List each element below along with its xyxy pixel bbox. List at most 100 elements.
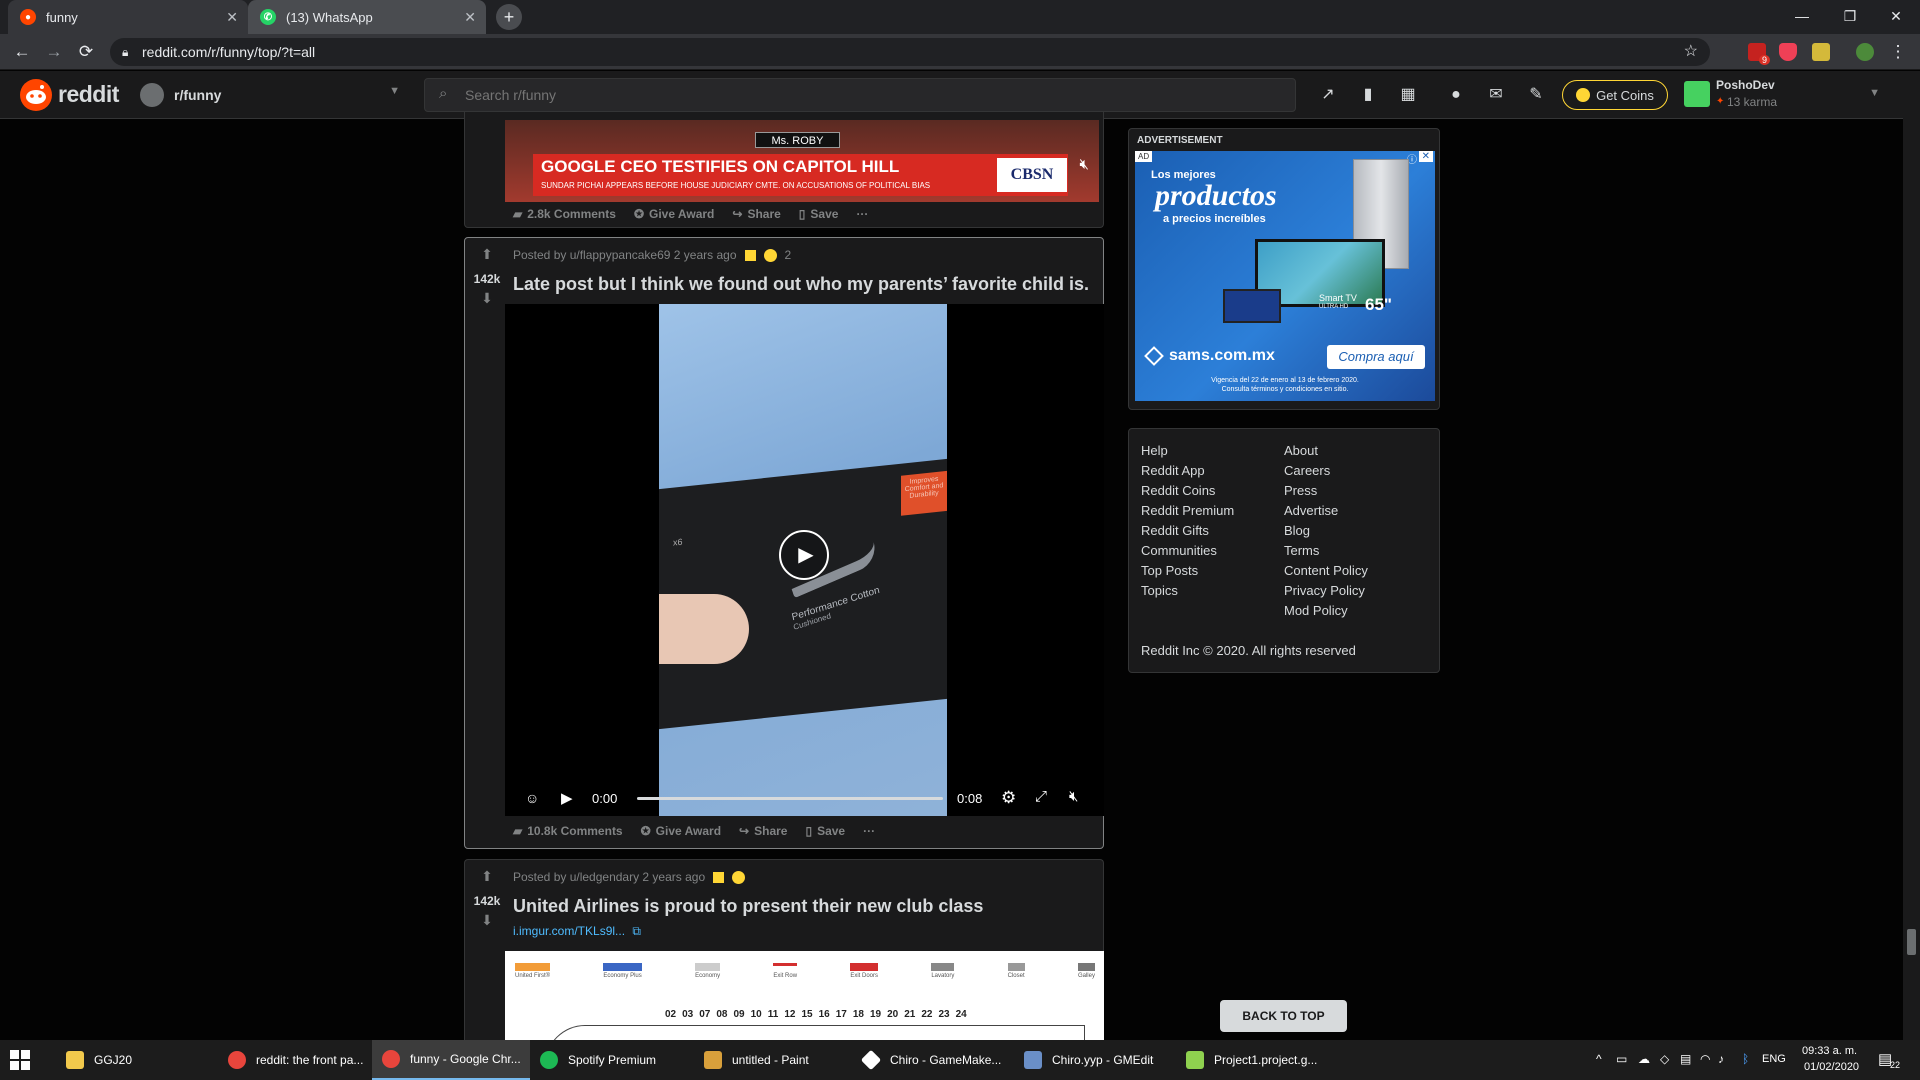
page-scrollbar[interactable]	[1903, 71, 1920, 1040]
search-bar[interactable]: ⌕	[424, 78, 1296, 112]
get-coins-button[interactable]: Get Coins	[1562, 80, 1668, 110]
fullscreen-icon[interactable]: ⤢	[1035, 788, 1047, 805]
chrome-menu-icon[interactable]: ⋮	[1886, 40, 1910, 64]
tab-whatsapp[interactable]: ✆ (13) WhatsApp ✕	[248, 0, 486, 34]
search-input[interactable]	[465, 85, 1265, 105]
wifi-icon[interactable]: ◠	[1700, 1052, 1710, 1066]
onedrive-icon[interactable]: ☁	[1638, 1052, 1650, 1066]
posted-by[interactable]: Posted by u/ledgendary 2 years ago	[513, 870, 705, 884]
footer-link[interactable]: About	[1284, 441, 1368, 461]
ad-banner[interactable]: AD ✕ ⓘ Los mejores productos a precios i…	[1135, 151, 1435, 401]
footer-link[interactable]: Reddit Coins	[1141, 481, 1234, 501]
taskbar-item[interactable]: Spotify Premium	[530, 1040, 694, 1080]
play-button[interactable]: ▶	[561, 789, 573, 807]
create-post-icon[interactable]: ✎	[1526, 85, 1546, 105]
mute-icon[interactable]: 🔇︎	[1080, 156, 1089, 173]
upvote-icon[interactable]: ⬆	[477, 246, 497, 263]
minimize-icon[interactable]: —	[1782, 4, 1822, 28]
footer-link[interactable]: Advertise	[1284, 501, 1368, 521]
taskbar-item[interactable]: untitled - Paint	[694, 1040, 852, 1080]
scrollbar-thumb[interactable]	[1907, 929, 1916, 955]
gmail-extension-icon[interactable]: 9	[1748, 43, 1770, 65]
qr-icon[interactable]: ▦	[1398, 85, 1418, 105]
footer-link[interactable]: Mod Policy	[1284, 601, 1368, 621]
taskbar-item[interactable]: Chiro.yyp - GMEdit	[1014, 1040, 1176, 1080]
show-hidden-icons-icon[interactable]: ^	[1596, 1052, 1602, 1066]
footer-link[interactable]: Careers	[1284, 461, 1368, 481]
user-menu[interactable]: PoshoDev ✦ 13 karma ▼	[1684, 77, 1884, 113]
back-icon[interactable]: ←	[10, 40, 34, 64]
reload-icon[interactable]: ⟳	[74, 40, 98, 64]
taskbar-item[interactable]: Project1.project.g...	[1176, 1040, 1338, 1080]
bookmark-star-icon[interactable]: ☆	[1684, 38, 1698, 66]
community-switcher[interactable]: r/funny ▼	[140, 79, 400, 111]
post-card[interactable]: ⬆ 142k ⬇ Posted by u/ledgendary 2 years …	[464, 859, 1104, 1041]
new-tab-button[interactable]: +	[496, 4, 522, 30]
downvote-icon[interactable]: ⬇	[477, 912, 497, 929]
address-bar[interactable]: 🔒︎ reddit.com/r/funny/top/?t=all ☆	[110, 38, 1710, 66]
ad-cta-button[interactable]: Compra aquí	[1327, 345, 1425, 369]
post-title[interactable]: United Airlines is proud to present thei…	[513, 896, 983, 917]
footer-link[interactable]: Press	[1284, 481, 1368, 501]
posted-by[interactable]: Posted by u/flappypancake69 2 years ago	[513, 248, 737, 262]
extension-icon[interactable]	[1812, 43, 1830, 61]
give-award-button[interactable]: ✪ Give Award	[641, 824, 721, 838]
close-tab-icon[interactable]: ✕	[226, 9, 238, 26]
back-to-top-button[interactable]: BACK TO TOP	[1220, 1000, 1347, 1032]
chat-icon[interactable]: ●	[1446, 85, 1466, 105]
comments-button[interactable]: ▰ 10.8k Comments	[513, 824, 623, 838]
footer-link[interactable]: Top Posts	[1141, 561, 1234, 581]
profile-avatar-icon[interactable]	[1856, 43, 1874, 61]
save-button[interactable]: ▯ Save	[799, 207, 839, 221]
post-card[interactable]: Ms. ROBY GOOGLE CEO TESTIFIES ON CAPITOL…	[464, 112, 1104, 228]
footer-link[interactable]: Communities	[1141, 541, 1234, 561]
bluetooth-icon[interactable]: ᛒ	[1742, 1052, 1749, 1066]
footer-link[interactable]: Topics	[1141, 581, 1234, 601]
footer-link[interactable]: Content Policy	[1284, 561, 1368, 581]
leaderboard-icon[interactable]: ▮	[1358, 85, 1378, 105]
footer-link[interactable]: Blog	[1284, 521, 1368, 541]
taskbar-item[interactable]: Chiro - GameMake...	[852, 1040, 1014, 1080]
give-award-button[interactable]: ✪ Give Award	[634, 207, 714, 221]
post-card[interactable]: ⬆ 142k ⬇ Posted by u/flappypancake69 2 y…	[464, 237, 1104, 849]
share-button[interactable]: ↪ Share	[739, 824, 787, 838]
settings-icon[interactable]: ⚙	[1001, 788, 1016, 808]
mute-icon[interactable]: 🔇︎	[1069, 788, 1078, 805]
dropbox-icon[interactable]: ◇	[1660, 1052, 1669, 1066]
close-window-icon[interactable]: ✕	[1876, 4, 1916, 28]
post-link[interactable]: i.imgur.com/TKLs9l... ⧉	[513, 924, 641, 939]
seat-map-image[interactable]: United First® Economy Plus Economy Exit …	[505, 951, 1104, 1041]
footer-link[interactable]: Reddit Gifts	[1141, 521, 1234, 541]
footer-link[interactable]: Reddit App	[1141, 461, 1234, 481]
battery-icon[interactable]: ▭	[1616, 1052, 1627, 1066]
footer-link[interactable]: Terms	[1284, 541, 1368, 561]
restore-icon[interactable]: ❐	[1830, 4, 1870, 28]
seek-bar[interactable]	[637, 797, 943, 800]
post-title[interactable]: Late post but I think we found out who m…	[513, 274, 1089, 295]
more-options-icon[interactable]: ···	[863, 824, 875, 838]
start-button[interactable]	[10, 1050, 30, 1070]
close-tab-icon[interactable]: ✕	[464, 9, 476, 26]
post-video-thumbnail[interactable]: Ms. ROBY GOOGLE CEO TESTIFIES ON CAPITOL…	[505, 120, 1099, 202]
volume-icon[interactable]: ♪	[1718, 1052, 1724, 1066]
footer-link[interactable]: Reddit Premium	[1141, 501, 1234, 521]
footer-link[interactable]: Help	[1141, 441, 1234, 461]
pocket-extension-icon[interactable]	[1779, 43, 1797, 61]
save-button[interactable]: ▯ Save	[805, 824, 845, 838]
more-options-icon[interactable]: ···	[856, 207, 868, 221]
video-player[interactable]: Improves Comfort and Durability x6 Perfo…	[505, 304, 1104, 816]
tab-funny[interactable]: ● funny ✕	[8, 0, 248, 34]
reddit-wordmark[interactable]: reddit	[58, 81, 119, 108]
downvote-icon[interactable]: ⬇	[477, 290, 497, 307]
upvote-icon[interactable]: ⬆	[477, 868, 497, 885]
footer-link[interactable]: Privacy Policy	[1284, 581, 1368, 601]
ad-close-icon[interactable]: ✕	[1418, 151, 1433, 162]
play-overlay-button[interactable]: ▶	[779, 530, 829, 580]
forward-icon[interactable]: →	[42, 40, 66, 64]
mail-icon[interactable]: ✉	[1486, 85, 1506, 105]
clock-time[interactable]: 09:33 a. m.	[1802, 1045, 1857, 1057]
taskbar-item[interactable]: GGJ20	[56, 1040, 218, 1080]
taskbar-item[interactable]: reddit: the front pa...	[218, 1040, 372, 1080]
trending-icon[interactable]: ↗	[1318, 85, 1338, 105]
reddit-snoo-icon[interactable]: ☺	[525, 790, 539, 806]
